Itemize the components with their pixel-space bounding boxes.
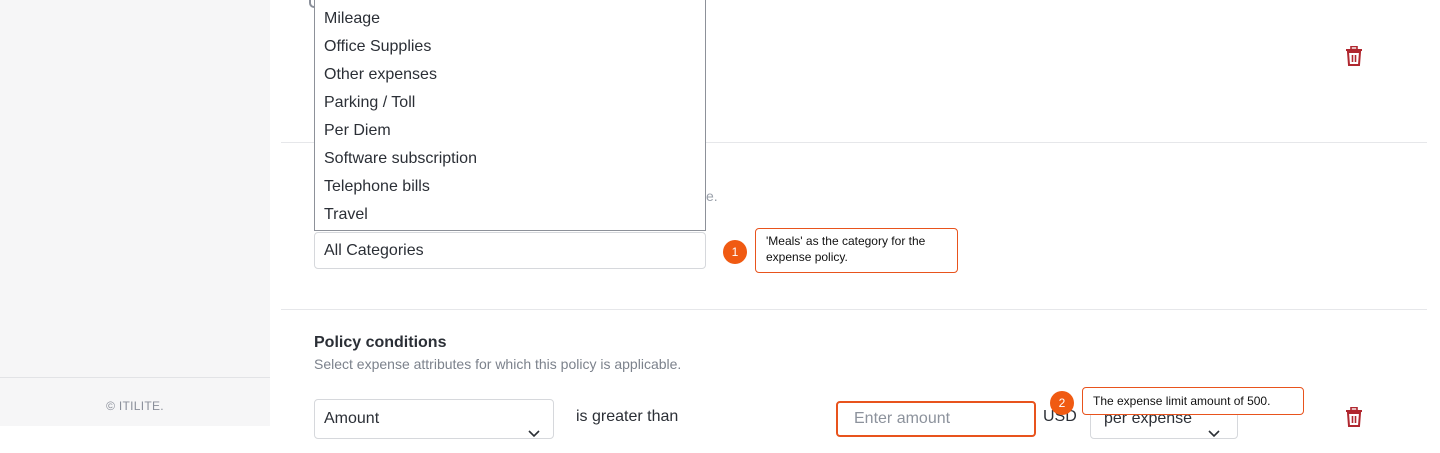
dropdown-option[interactable]: Telephone bills xyxy=(324,178,430,196)
annotation-badge-2: 2 xyxy=(1050,391,1074,415)
chevron-down-icon xyxy=(1208,415,1220,438)
faded-description-text: e. xyxy=(706,188,718,204)
dropdown-option[interactable]: Per Diem xyxy=(324,122,391,140)
section-divider xyxy=(281,309,1427,310)
trash-icon[interactable] xyxy=(1345,406,1363,427)
dropdown-option[interactable]: Mileage xyxy=(324,10,380,28)
trash-icon[interactable] xyxy=(1345,45,1363,66)
copyright-footer: © ITILITE. xyxy=(0,377,270,426)
dropdown-option[interactable]: Travel xyxy=(324,206,368,224)
dropdown-option[interactable]: Office Supplies xyxy=(324,38,431,56)
amount-input[interactable] xyxy=(836,401,1036,437)
dropdown-option[interactable]: Other expenses xyxy=(324,66,437,84)
annotation-callout-1: 'Meals' as the category for the expense … xyxy=(755,228,958,273)
dropdown-option[interactable]: Software subscription xyxy=(324,150,477,168)
section-subtitle: Select expense attributes for which this… xyxy=(314,356,682,372)
category-dropdown-list: Mileage Office Supplies Other expenses P… xyxy=(314,0,706,231)
annotation-callout-2: The expense limit amount of 500. xyxy=(1082,387,1304,415)
attribute-select-value: Amount xyxy=(324,410,380,427)
operator-label: is greater than xyxy=(576,408,679,425)
annotation-badge-1: 1 xyxy=(723,240,747,264)
sidebar: © ITILITE. xyxy=(0,0,270,426)
category-select[interactable]: All Categories xyxy=(314,232,706,269)
chevron-down-icon xyxy=(528,415,540,438)
dropdown-option[interactable]: Parking / Toll xyxy=(324,94,415,112)
section-title: Policy conditions xyxy=(314,334,447,351)
attribute-select[interactable]: Amount xyxy=(314,399,554,439)
